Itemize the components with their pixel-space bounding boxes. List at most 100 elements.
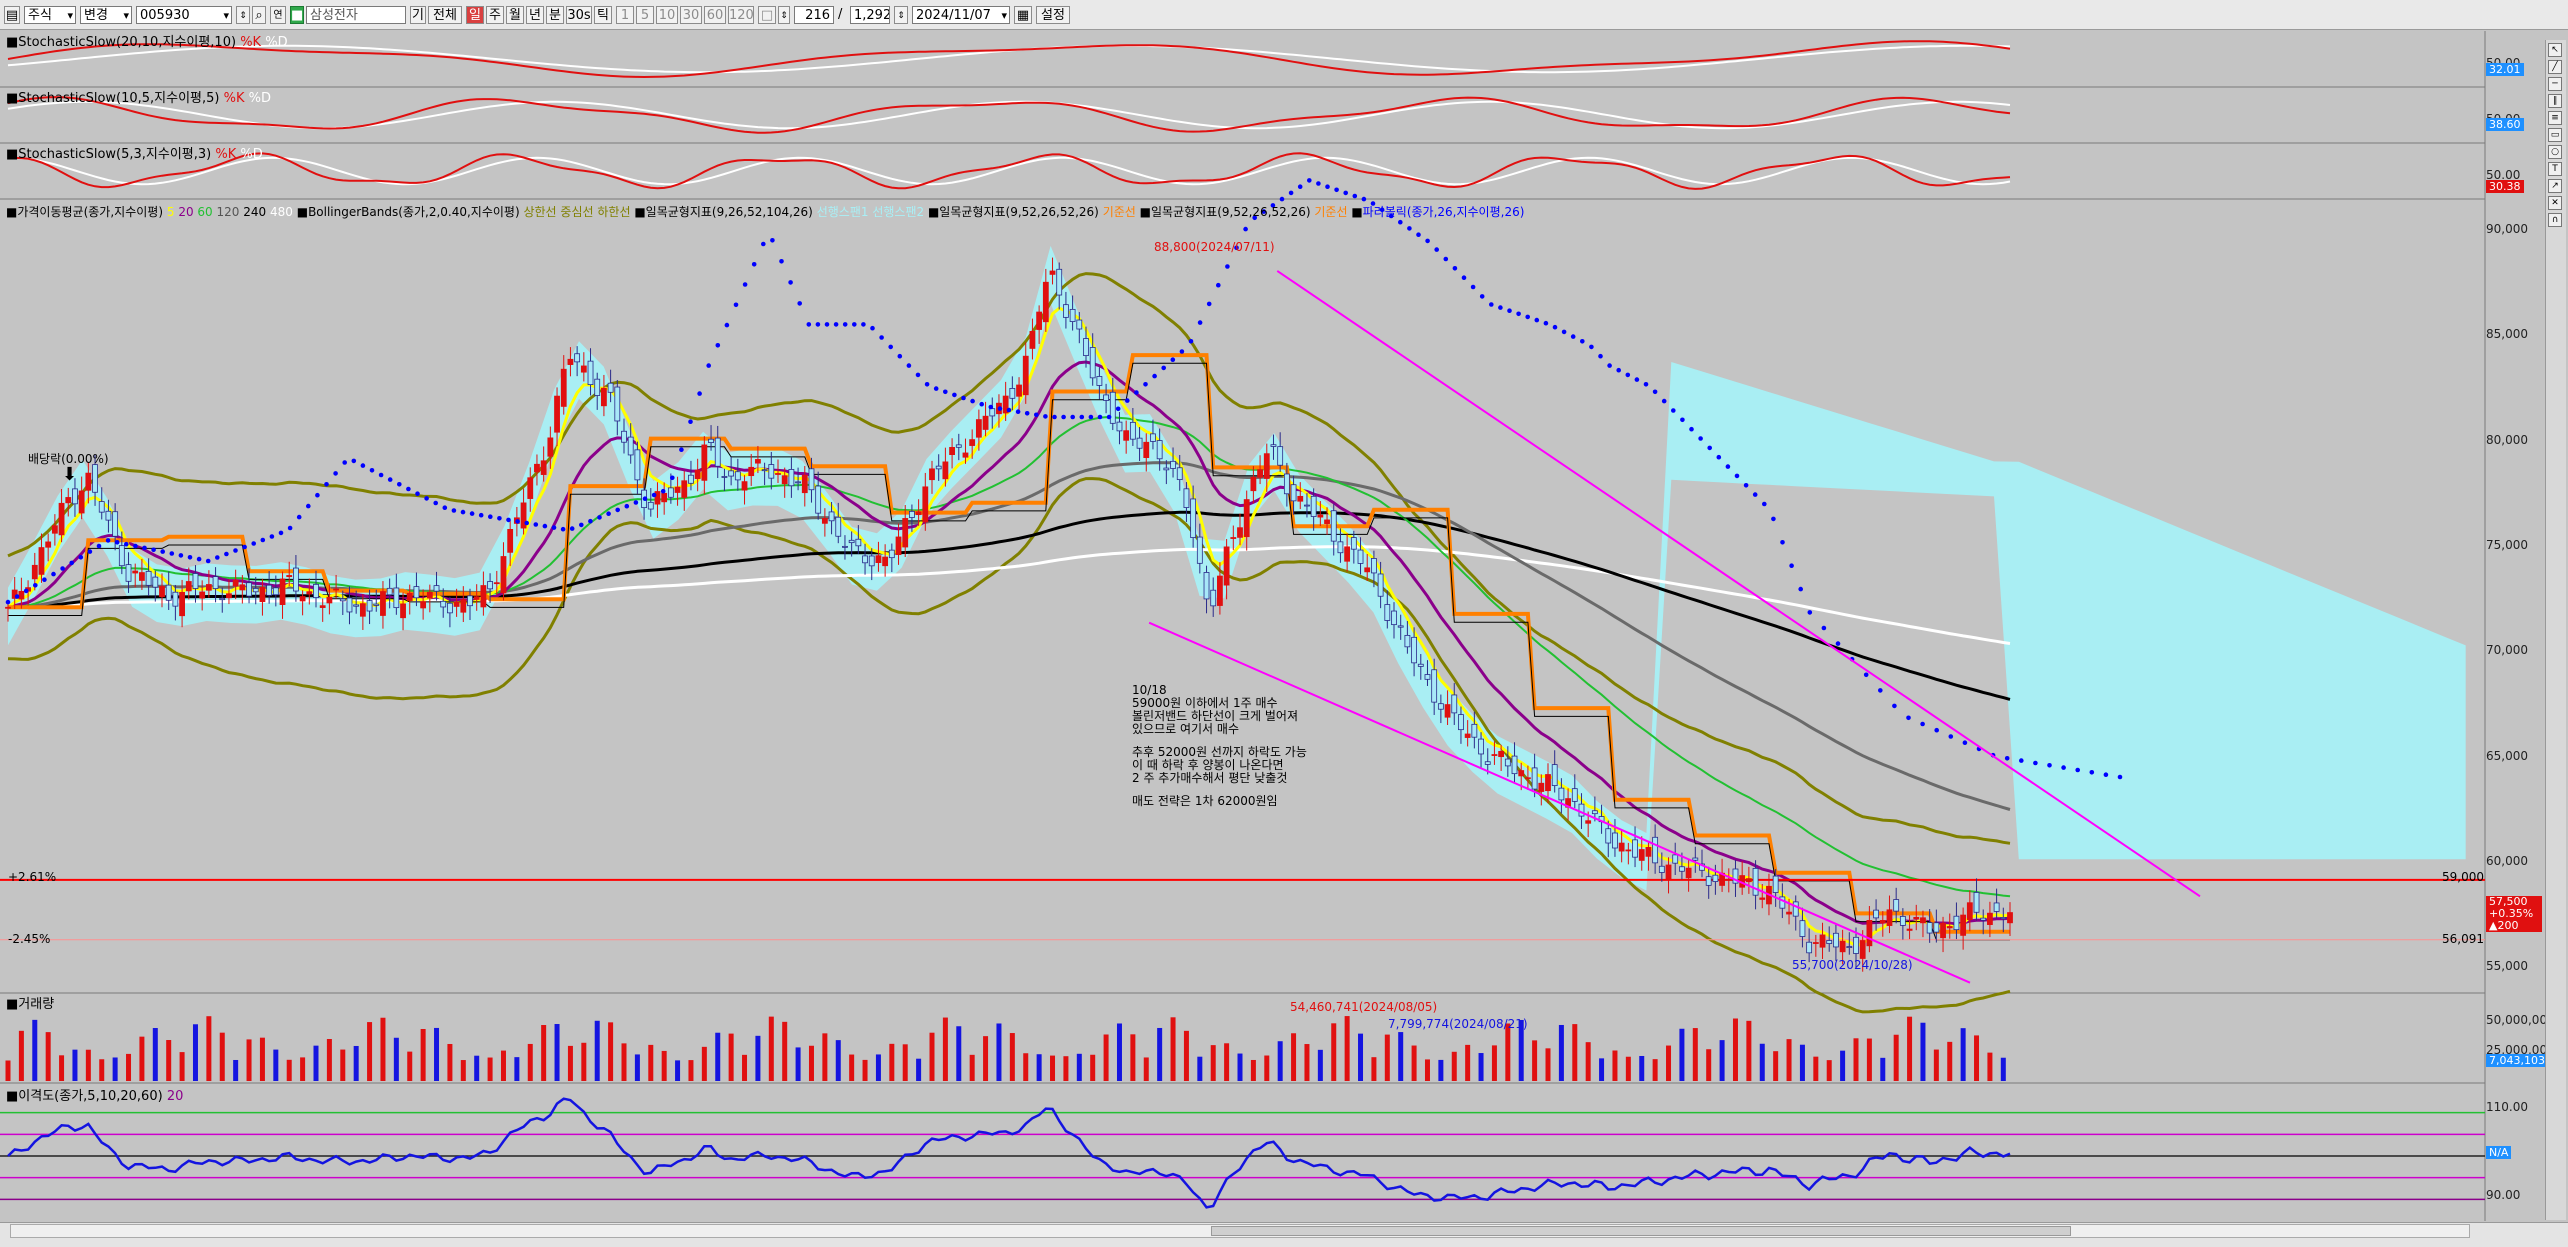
parabolic-dot [1625,372,1631,378]
parabolic-dot [670,475,675,481]
candle-body [1384,604,1391,621]
arrow-tool-icon[interactable]: ↗ [2548,179,2562,193]
calendar-icon[interactable]: ▦ [1014,6,1032,24]
parabolic-dot [251,541,256,546]
menu-icon[interactable]: ▤ [4,6,20,24]
tab-period-year[interactable]: 년 [526,6,544,24]
parabolic-dot [497,516,502,521]
candle-body [1036,311,1043,330]
candle-body [400,603,406,619]
tab-period-minute[interactable]: 분 [546,6,564,24]
tab-period-day[interactable]: 일 [466,6,484,24]
fib-tool-icon[interactable]: ≡ [2548,111,2562,125]
link-icon[interactable]: 연 [270,6,286,24]
volume-bar [246,1039,252,1081]
volume-bar [715,1032,721,1081]
candle-body [433,585,440,592]
volume-bar [1411,1045,1417,1081]
candle-body [185,581,192,592]
rect-tool-icon[interactable]: ▭ [2548,128,2562,142]
total-stepper-icon[interactable]: ⇕ [894,6,908,24]
minute-opt-60[interactable]: 60 [704,6,726,24]
volume-bar [1264,1055,1270,1081]
parabolic-dot [1671,408,1676,413]
candle-body [1063,304,1069,318]
parabolic-dot [78,555,84,560]
price-title[interactable]: ■가격이동평균(종가,지수이평) 5 20 60 120 240 480 ■Bo… [6,203,1524,220]
channel-tool-icon[interactable]: ∥ [2548,94,2562,108]
tab-period-tick[interactable]: 틱 [594,6,612,24]
volume-bar [1746,1020,1752,1081]
volume-bar [1050,1055,1056,1081]
minute-opt-120[interactable]: 120 [728,6,754,24]
volume-title[interactable]: ■거래량 [6,993,54,1012]
tab-period-0[interactable]: 기 [410,6,426,24]
text-tool-icon[interactable]: T [2548,162,2562,176]
candle-body [460,599,467,613]
volume-bar [1920,1022,1926,1081]
candle-body [835,516,842,537]
parabolic-dot [1243,226,1248,232]
parabolic-dot [1570,334,1576,339]
stoch3-title[interactable]: ■StochasticSlow(5,3,지수이평,3) %K %D [6,143,263,162]
minute-opt-1[interactable]: 1 [616,6,634,24]
candle-body [1304,504,1310,507]
parabolic-dot [2019,758,2024,763]
parabolic-dot [924,382,930,387]
green-flag-icon[interactable]: ■ [290,6,304,24]
minute-opt-label: 10 [658,8,676,23]
mode-select[interactable]: 변경 [80,6,132,24]
code-input[interactable]: 005930 [136,6,232,24]
stock-name-field[interactable]: 삼성전자 [306,6,406,24]
zoom-out-icon[interactable]: □ [758,6,776,24]
hline-tool-icon[interactable]: ─ [2548,77,2562,91]
horizontal-scrollbar[interactable] [10,1224,2470,1238]
volume-bar [1558,1024,1564,1081]
candle-body [1638,849,1645,861]
circle-tool-icon[interactable]: ○ [2548,145,2562,159]
stoch1-title[interactable]: ■StochasticSlow(20,10,지수이평,10) %K %D [6,31,288,50]
strategy-memo[interactable]: 10/18 59000원 이하에서 1주 매수 볼린저밴드 하단선이 크게 벌어져 있… [1132,684,1307,808]
candle-body [728,470,735,477]
tab-period-30s[interactable]: 30s [566,6,592,24]
candle-body [1417,663,1424,667]
volume-bar [1907,1016,1913,1081]
minute-opt-30[interactable]: 30 [680,6,702,24]
parabolic-dot [369,468,375,473]
candle-body [1518,770,1525,777]
tab-period-week[interactable]: 주 [486,6,504,24]
parabolic-dot [33,583,38,588]
disparity-title[interactable]: ■이격도(종가,5,10,20,60) 20 [6,1085,183,1104]
stoch2-title[interactable]: ■StochasticSlow(10,5,지수이평,5) %K %D [6,87,271,106]
tab-period-month[interactable]: 월 [506,6,524,24]
pointer-icon[interactable]: ↖ [2548,43,2562,57]
tab-period-1[interactable]: 전체 [428,6,462,24]
current-diff: ▲200 [2489,919,2519,932]
volume-bar [259,1037,265,1081]
parabolic-dot [269,534,275,539]
candle-body [1833,932,1839,948]
magnet-icon[interactable]: ∩ [2548,213,2562,227]
stepper-icon[interactable]: ⇕ [236,6,250,24]
candle-body [815,485,822,514]
volume-bar [795,1047,801,1081]
count-stepper-icon[interactable]: ⇕ [778,6,790,24]
parabolic-dot [1789,563,1794,568]
candle-body [1437,703,1444,710]
count-input[interactable]: 216 [794,6,834,24]
minute-opt-5[interactable]: 5 [636,6,654,24]
candle-body [1940,922,1946,939]
count-value: 216 [805,8,830,23]
search-icon[interactable]: ⌕ [252,6,266,24]
candle-body [205,584,212,591]
minute-opt-10[interactable]: 10 [656,6,678,24]
settings-button[interactable]: 설정 [1036,6,1070,24]
line-tool-icon[interactable]: ╱ [2548,60,2562,74]
delete-tool-icon[interactable]: ✕ [2548,196,2562,210]
parabolic-dot [533,522,539,527]
scroll-thumb[interactable] [1211,1226,2071,1236]
market-select[interactable]: 주식 [24,6,76,24]
candle-body [1712,874,1719,882]
candle-body [888,549,895,559]
date-select[interactable]: 2024/11/07 [912,6,1010,24]
